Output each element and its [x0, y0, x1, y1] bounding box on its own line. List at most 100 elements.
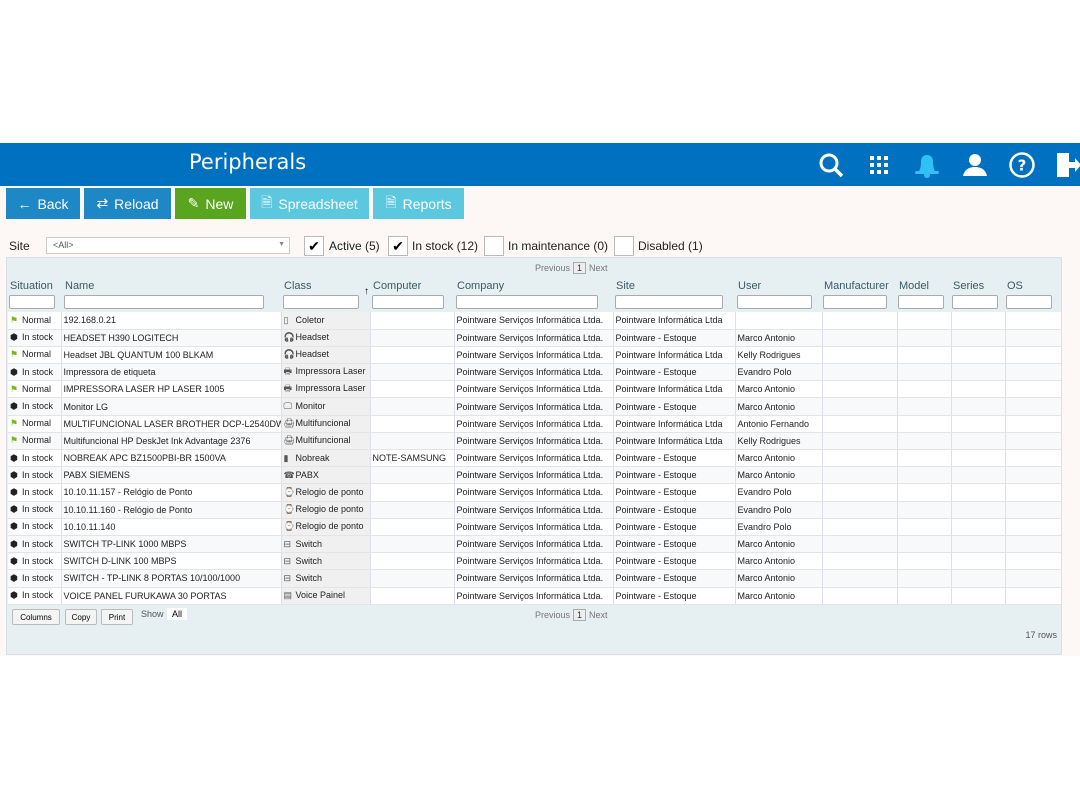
cell-os [1005, 432, 1062, 451]
column-header-class[interactable]: Class [284, 280, 312, 292]
column-header-name[interactable]: Name [65, 280, 94, 292]
cell-text: Marco Antonio [737, 539, 796, 550]
cell-text: 10.10.11.157 - Relógio de Ponto [63, 487, 193, 498]
site-select[interactable]: <All> ▼ [46, 237, 290, 254]
previous-link[interactable]: Previous [535, 610, 570, 620]
in-stock-checkbox[interactable]: ✔ [388, 236, 408, 256]
show-select[interactable]: All [167, 608, 188, 620]
filter-input-computer[interactable] [372, 295, 444, 309]
cell-situation: ⬢ In stock [8, 483, 62, 502]
user-icon[interactable] [961, 151, 989, 179]
table-row[interactable]: ⬢ In stock VOICE PANEL FURUKAWA 30 PORTAS ▤… [8, 587, 1062, 605]
cell-os [1005, 312, 1062, 330]
next-link[interactable]: Next [589, 263, 608, 273]
logout-icon[interactable] [1054, 151, 1080, 179]
active-checkbox[interactable]: ✔ [304, 236, 324, 256]
class-icon: ⊟ [283, 538, 292, 549]
cell-site: Pointware - Estoque [613, 518, 736, 536]
cell-text: Pointware - Estoque [615, 332, 697, 343]
column-header-company[interactable]: Company [457, 280, 504, 292]
flag-icon: ⚑ [10, 435, 19, 446]
column-header-series[interactable]: Series [953, 280, 984, 292]
columns-button[interactable]: Columns [12, 609, 60, 625]
table-row[interactable]: ⚑ Normal Multifuncional HP DeskJet Ink Adv… [8, 432, 1062, 451]
filter-input-manufacturer[interactable] [823, 295, 887, 309]
cell-series [951, 363, 1006, 382]
column-header-situation[interactable]: Situation [10, 280, 53, 292]
table-row[interactable]: ⬢ In stock 10.10.11.140 ⌚Relogio de ponto Po… [8, 518, 1062, 536]
previous-link[interactable]: Previous [535, 263, 570, 273]
reload-button[interactable]: ⇄ Reload [84, 188, 171, 219]
cell-company: Pointware Serviços Informática Ltda. [454, 346, 614, 365]
copy-button[interactable]: Copy [65, 609, 97, 625]
filter-input-site[interactable] [615, 295, 723, 309]
cell-situation: ⬢ In stock [8, 535, 62, 554]
cell-text: Pointware Serviços Informática Ltda. [456, 539, 604, 550]
disabled-checkbox[interactable] [614, 236, 634, 256]
reports-button[interactable]: 🗎 Reports [373, 188, 464, 219]
column-header-os[interactable]: OS [1007, 280, 1023, 292]
filter-input-class[interactable] [283, 295, 359, 309]
new-button[interactable]: ✎ New [175, 188, 246, 219]
help-icon[interactable]: ? [1008, 151, 1036, 179]
table-row[interactable]: ⬢ In stock NOBREAK APC BZ1500PBI-BR 1500VA… [8, 449, 1062, 468]
cell-text: Multifuncional [295, 435, 351, 446]
cell-name: SWITCH TP-LINK 1000 MBPS [61, 535, 282, 554]
table-row[interactable]: ⬢ In stock SWITCH D-LINK 100 MBPS ⊟ Switch Po… [8, 552, 1062, 571]
back-button[interactable]: ← Back [6, 188, 80, 219]
cell-site: Pointware - Estoque [613, 449, 736, 468]
next-link[interactable]: Next [589, 610, 608, 620]
filter-input-name[interactable] [64, 295, 264, 309]
cell-text: Kelly Rodrigues [737, 349, 801, 360]
maintenance-checkbox[interactable] [484, 236, 504, 256]
cell-user: Kelly Rodrigues [735, 432, 823, 451]
table-row[interactable]: ⚑ Normal MULTIFUNCIONAL LASER BROTHER DCP-… [8, 415, 1062, 433]
cell-text: SWITCH - TP-LINK 8 PORTAS 10/100/1000 [63, 573, 241, 584]
spreadsheet-button[interactable]: 🗎 Spreadsheet [250, 188, 369, 219]
table-row[interactable]: ⬢ In stock SWITCH TP-LINK 1000 MBPS ⊟ Switch… [8, 535, 1062, 554]
column-header-manufacturer[interactable]: Manufacturer [824, 280, 889, 292]
cell-text: Pointware Serviços Informática Ltda. [456, 504, 604, 515]
cell-text: Evandro Polo [737, 521, 792, 532]
cell-computer [370, 466, 455, 485]
table-row[interactable]: ⬢ In stock Monitor LG 🖵 Monitor Pointware Ser… [8, 397, 1062, 416]
cell-manufacturer [822, 312, 898, 330]
filter-input-situation[interactable] [9, 295, 55, 309]
table-row[interactable]: ⬢ In stock PABX SIEMENS ☎PABX Pointware Serv… [8, 466, 1062, 485]
cell-os [1005, 518, 1062, 536]
table-row[interactable]: ⬢ In stock 10.10.11.157 - Relógio de Ponto… [8, 483, 1062, 502]
filter-input-user[interactable] [737, 295, 812, 309]
apps-grid-icon[interactable] [865, 151, 893, 179]
cell-computer [370, 415, 455, 433]
table-row[interactable]: ⬢ In stock SWITCH - TP-LINK 8 PORTAS 10/10… [8, 569, 1062, 588]
search-icon[interactable] [817, 151, 845, 179]
cell-text: NOTE-SAMSUNG [372, 453, 447, 464]
cell-class: ⊟ Switch [281, 535, 371, 554]
page-button[interactable]: 1 [573, 609, 587, 621]
table-row[interactable]: ⬢ In stock Impressora de etiqueta 🖶 Impresso… [8, 363, 1062, 382]
column-header-user[interactable]: User [738, 280, 761, 292]
table-row[interactable]: ⚑ Normal IMPRESSORA LASER HP LASER 1005 🖶 Im… [8, 380, 1062, 399]
filter-input-company[interactable] [456, 295, 598, 309]
table-row[interactable]: ⚑ Normal 192.168.0.21 ▯ Coletor Pointware Ser… [8, 312, 1062, 330]
filter-input-model[interactable] [898, 295, 944, 309]
column-header-model[interactable]: Model [899, 280, 929, 292]
table-row[interactable]: ⬢ In stock HEADSET H390 LOGITECH 🎧Headset Po… [8, 329, 1062, 347]
table-row[interactable]: ⬢ In stock 10.10.11.160 - Relógio de Ponto… [8, 501, 1062, 519]
page-button[interactable]: 1 [573, 262, 587, 274]
print-button[interactable]: Print [101, 609, 133, 625]
filter-input-series[interactable] [952, 295, 998, 309]
cell-model [897, 415, 952, 433]
cell-company: Pointware Serviços Informática Ltda. [454, 380, 614, 399]
column-header-site[interactable]: Site [616, 280, 635, 292]
cell-series [951, 552, 1006, 571]
filter-input-os[interactable] [1006, 295, 1052, 309]
column-header-computer[interactable]: Computer [373, 280, 421, 292]
table-row[interactable]: ⚑ Normal Headset JBL QUANTUM 100 BLKAM 🎧Hea… [8, 346, 1062, 365]
cell-model [897, 346, 952, 365]
box-icon: ⬢ [10, 469, 18, 480]
cell-company: Pointware Serviços Informática Ltda. [454, 363, 614, 382]
class-icon: ▮ [283, 452, 289, 463]
page-title: Peripherals [189, 150, 307, 174]
bell-icon[interactable] [913, 151, 941, 179]
